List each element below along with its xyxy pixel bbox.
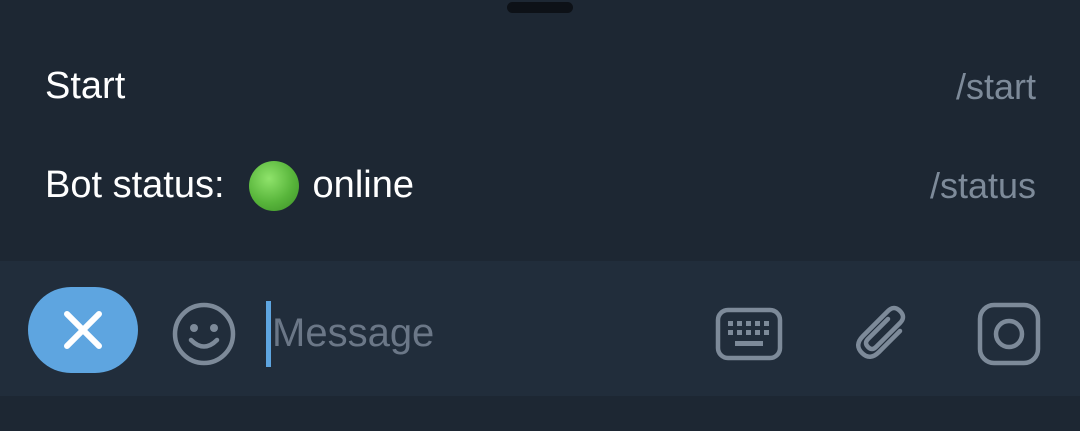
command-item-status[interactable]: Bot status: online /status — [0, 136, 1080, 235]
close-icon — [64, 311, 102, 349]
command-description: Start — [45, 65, 126, 107]
status-text: online — [312, 164, 414, 206]
command-description: Bot status: — [45, 164, 225, 206]
camera-icon — [977, 302, 1041, 366]
command-list: Start /start Bot status: online /status — [0, 37, 1080, 235]
attach-button[interactable] — [848, 299, 918, 369]
bottom-area — [0, 396, 1080, 431]
keyboard-icon — [715, 307, 783, 361]
paperclip-icon — [856, 305, 906, 359]
message-input-bar — [0, 261, 1080, 396]
drag-handle[interactable] — [507, 2, 573, 13]
command-name: /status — [929, 164, 1036, 206]
close-commands-button[interactable] — [28, 287, 138, 373]
camera-button[interactable] — [974, 299, 1044, 369]
bot-keyboard-button[interactable] — [714, 299, 784, 369]
message-input[interactable] — [266, 301, 692, 365]
bot-command-panel: Start /start Bot status: online /status — [0, 0, 1080, 431]
emoji-button[interactable] — [169, 299, 239, 369]
command-name: /start — [955, 65, 1036, 107]
command-item-start[interactable]: Start /start — [0, 37, 1080, 136]
smiley-icon — [172, 302, 236, 366]
command-description-wrapper: Bot status: online — [45, 160, 414, 211]
green-circle-icon — [248, 160, 299, 211]
